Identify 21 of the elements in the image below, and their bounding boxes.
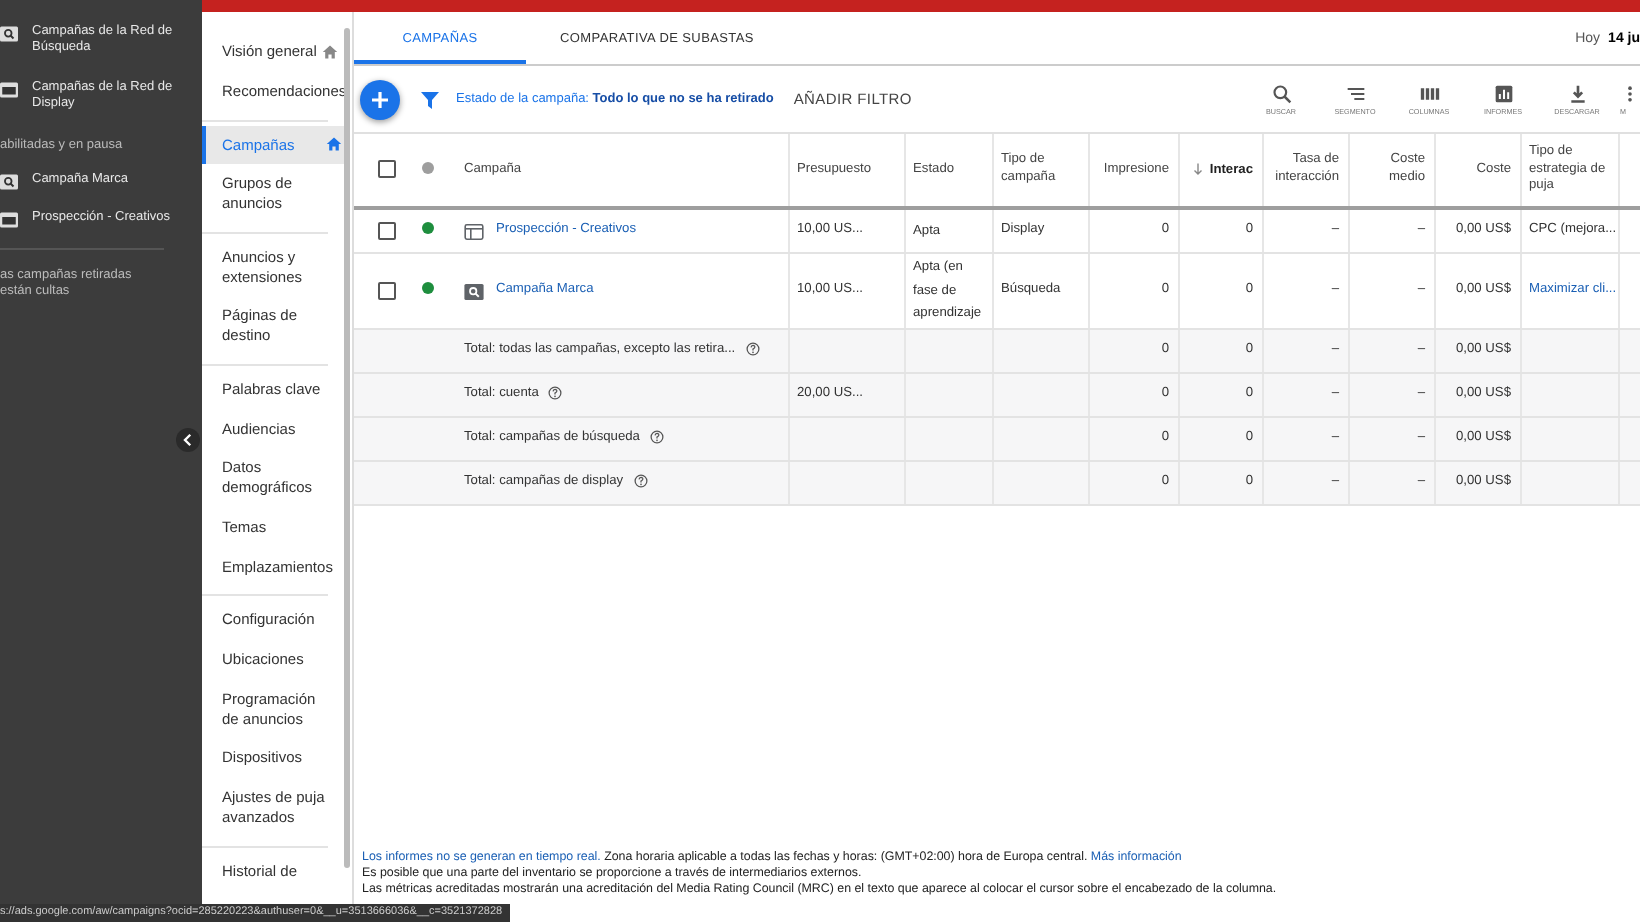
search-icon bbox=[1271, 83, 1291, 103]
select-all-checkbox[interactable] bbox=[378, 160, 396, 179]
add-button[interactable] bbox=[360, 79, 400, 119]
row-checkbox[interactable] bbox=[378, 221, 396, 240]
row-checkbox[interactable] bbox=[378, 281, 396, 300]
filter-icon[interactable] bbox=[420, 89, 440, 109]
display-icon bbox=[464, 223, 484, 239]
status-dot bbox=[422, 161, 434, 174]
collapse-icon[interactable] bbox=[176, 424, 200, 456]
scrollbar[interactable] bbox=[344, 28, 350, 868]
help-icon[interactable] bbox=[745, 342, 760, 357]
plus-icon bbox=[370, 89, 390, 109]
sort-arrow-icon bbox=[1191, 161, 1204, 176]
help-icon[interactable] bbox=[649, 430, 664, 445]
help-icon[interactable] bbox=[633, 474, 648, 489]
help-icon[interactable] bbox=[548, 386, 563, 401]
download-icon bbox=[1567, 83, 1587, 103]
columns-icon bbox=[1419, 83, 1439, 103]
lines-icon bbox=[1345, 83, 1365, 103]
bar-chart-icon bbox=[1493, 83, 1513, 103]
search-icon bbox=[464, 283, 484, 299]
